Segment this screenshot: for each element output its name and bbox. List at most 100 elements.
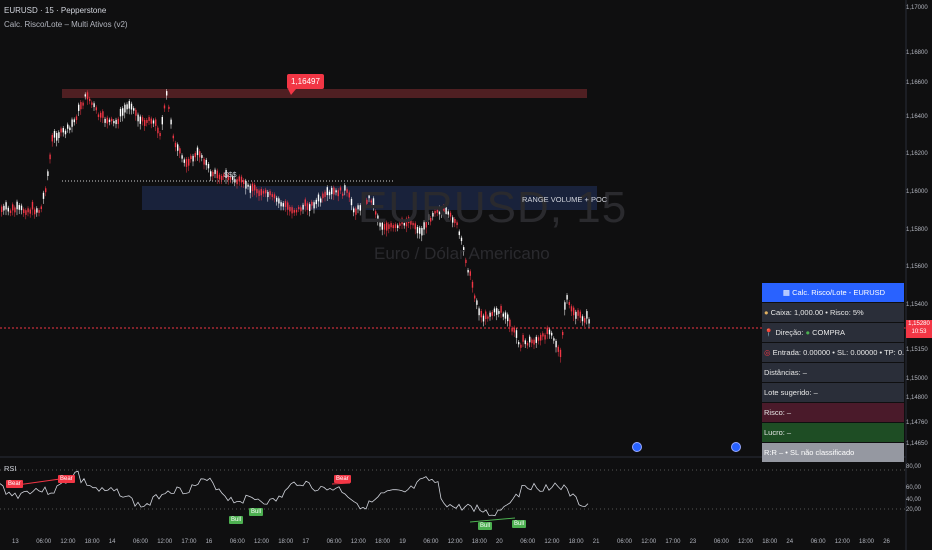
candle [236,179,238,185]
candle [93,103,95,108]
time-tick: 18:00 [375,539,391,545]
candle [575,311,577,319]
candle [302,204,304,210]
candle [113,121,115,124]
candle [353,208,355,213]
candle [311,201,313,206]
chart-symbol-title[interactable]: EURUSD · 15 · Pepperstone [4,6,106,15]
candle [544,334,546,340]
candle [557,346,559,352]
candle [210,171,212,177]
symbol-watermark: EURUSD, 15 [358,183,628,232]
price-tick: 1,14800 [906,395,928,401]
candle [133,108,135,111]
time-tick: 06:00 [423,539,439,545]
candle [342,193,344,196]
candle [157,127,159,134]
candle [500,305,502,313]
candle [280,202,282,207]
candle [518,342,520,345]
candle [331,187,333,195]
candle [520,344,522,348]
price-tick: 1,16400 [906,114,928,120]
candle [170,119,172,125]
candle [489,312,491,317]
panel-row-distancias: Distâncias: – [762,363,904,383]
candle [18,205,20,210]
candle [205,159,207,166]
candle [82,102,84,106]
candle [579,311,581,318]
candle [515,330,518,338]
time-tick: 06:00 [810,539,826,545]
time-tick: 18:00 [762,539,778,545]
candle [152,120,155,124]
candle [56,133,58,141]
candle [256,189,258,194]
candle [84,94,86,97]
time-tick: 06:00 [36,539,52,545]
candle [69,127,71,131]
candle [306,203,309,210]
time-tick: 12:00 [60,539,76,545]
indicator-title[interactable]: Calc. Risco/Lote – Multi Ativos (v2) [4,20,128,29]
economic-event-icon[interactable] [731,442,741,452]
candle [75,116,78,121]
candle [317,194,320,202]
candle [67,124,69,129]
candle [212,171,214,177]
candle [89,98,91,102]
candle [234,179,236,183]
candle [570,306,573,312]
candle [511,328,513,332]
price-tick: 1,15000 [906,376,928,382]
candle [315,199,317,205]
candle [203,158,205,165]
candle [216,170,218,179]
candle [546,327,548,334]
current-price-value: 1,15280 [908,321,930,327]
candle [504,312,507,319]
price-chart[interactable] [0,0,932,550]
risk-lot-calculator-panel[interactable]: ▦ Calc. Risco/Lote - EURUSD ● Caixa: 1,0… [762,283,904,463]
candle [190,155,192,160]
candle [487,316,489,319]
price-tick: 1,15600 [906,264,928,270]
candle [29,209,31,214]
candle [192,155,194,162]
candle [339,187,342,191]
candle [141,117,144,122]
candle [293,210,295,213]
candle [491,312,493,316]
candle [111,118,113,122]
candle [566,295,568,300]
candle [531,339,533,344]
candle [5,202,7,210]
candle [128,101,130,109]
candle [273,194,276,199]
candle [108,119,111,123]
price-tick: 1,14760 [906,420,928,426]
candle [348,192,350,198]
candle [150,118,152,124]
candle [106,117,108,124]
candle [137,114,139,122]
calculator-icon: ▦ [782,288,791,297]
candle [51,134,53,142]
candle [47,171,49,176]
candle [188,158,190,166]
candle [207,164,210,169]
candle [7,207,9,212]
candle [300,207,302,212]
candle [480,310,482,318]
candle [333,187,335,195]
candle [159,133,161,137]
candle [115,119,117,125]
panel-title: ▦ Calc. Risco/Lote - EURUSD [762,283,904,303]
range-volume-label: RANGE VOLUME + POC [522,195,608,204]
candle [247,184,249,187]
candle [295,209,298,213]
economic-event-icon[interactable] [632,442,642,452]
symbol-watermark-subtitle: Euro / Dólar Americano [374,244,550,263]
rsi-indicator-label[interactable]: RSI [4,464,17,473]
